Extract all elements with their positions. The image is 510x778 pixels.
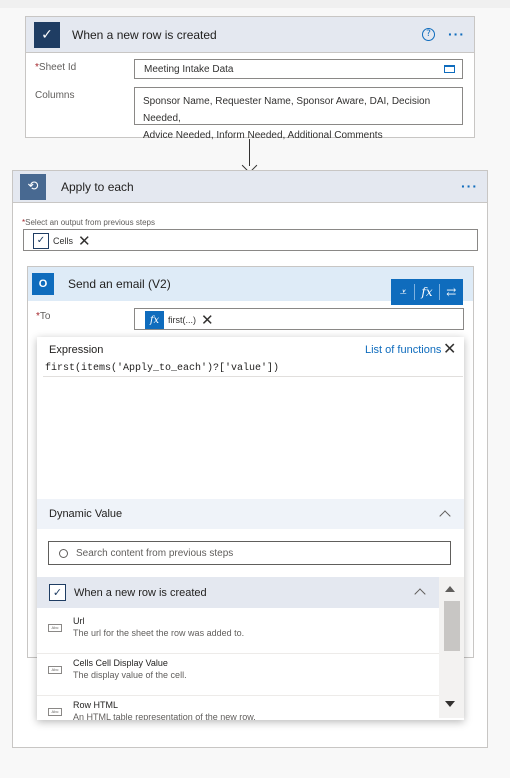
scroll-up-icon[interactable] [445, 586, 455, 592]
to-label: *To [36, 311, 51, 322]
dynamic-content-icon[interactable]: ⩡ [391, 285, 414, 300]
list-item[interactable]: Abc Row HTML An HTML table representatio… [37, 696, 439, 720]
chevron-up-icon[interactable] [439, 510, 451, 522]
smartsheet-icon: ✓ [34, 21, 60, 48]
cells-token-label: Cells [53, 236, 74, 246]
apply-header[interactable]: ⟲ Apply to each ··· [13, 171, 487, 203]
trigger-more-menu[interactable]: ··· [448, 26, 465, 42]
sheet-id-label: *Sheet Id [35, 62, 77, 73]
trigger-header[interactable]: ✓ When a new row is created ? ··· [26, 17, 474, 53]
text-type-icon: Abc [48, 708, 62, 716]
trigger-title: When a new row is created [72, 27, 217, 42]
columns-value-line-2: Advice Needed, Inform Needed, Additional… [143, 130, 383, 141]
item-name: Row HTML [73, 700, 119, 710]
swap-icon[interactable]: ⇄ [440, 285, 463, 299]
expression-popup: Expression List of functions ✕ first(ite… [37, 337, 464, 720]
item-desc: The display value of the cell. [73, 670, 187, 680]
cells-token[interactable]: ✓ Cells ✕ [33, 232, 91, 250]
apply-title: Apply to each [61, 179, 134, 194]
columns-label: Columns [35, 90, 75, 101]
close-icon[interactable]: ✕ [443, 339, 456, 358]
item-desc: The url for the sheet the row was added … [73, 628, 245, 638]
item-name: Cells Cell Display Value [73, 658, 168, 668]
item-desc: An HTML table representation of the new … [73, 712, 256, 720]
to-token-label: first(...) [168, 315, 196, 325]
scrollbar-thumb[interactable] [444, 601, 460, 651]
search-placeholder: Search content from previous steps [76, 547, 234, 559]
dynamic-value-label: Dynamic Value [49, 508, 123, 520]
columns-value-line-1: Sponsor Name, Requester Name, Sponsor Aw… [143, 96, 431, 124]
top-band [0, 0, 510, 8]
section-title: When a new row is created [74, 586, 207, 599]
expression-toolbar-icon[interactable]: fx [415, 285, 438, 299]
columns-field[interactable]: Sponsor Name, Requester Name, Sponsor Aw… [134, 87, 463, 141]
email-title: Send an email (V2) [68, 277, 171, 291]
dynamic-content-toolbar: ⩡ fx ⇄ [391, 279, 463, 305]
trigger-section-header[interactable]: ✓ When a new row is created [37, 577, 439, 608]
folder-icon[interactable] [444, 65, 455, 73]
list-item[interactable]: Abc Cells Cell Display Value The display… [37, 654, 439, 696]
section-chevron-up-icon[interactable] [414, 588, 426, 600]
list-item[interactable]: Abc Url The url for the sheet the row wa… [37, 612, 439, 654]
apply-more-menu[interactable]: ··· [461, 178, 478, 194]
item-name: Url [73, 616, 85, 626]
outlook-icon: O [32, 273, 54, 295]
output-field[interactable]: ✓ Cells ✕ [23, 229, 478, 251]
sheet-id-field[interactable]: Meeting Intake Data [134, 59, 463, 79]
smartsheet-token-icon: ✓ [33, 233, 49, 249]
remove-token-icon[interactable]: ✕ [78, 233, 91, 249]
scroll-down-icon[interactable] [445, 701, 455, 707]
dynamic-value-bar[interactable]: Dynamic Value [37, 499, 464, 529]
scrollbar[interactable] [439, 577, 464, 718]
search-icon [59, 548, 68, 558]
fx-icon: fx [145, 311, 164, 329]
expression-input[interactable]: first(items('Apply_to_each')?['value']) [43, 361, 463, 377]
list-of-functions-link[interactable]: List of functions [365, 344, 441, 356]
to-field[interactable]: fx first(...) ✕ [134, 308, 464, 330]
sheet-id-value: Meeting Intake Data [144, 64, 234, 75]
expression-tab[interactable]: Expression [49, 344, 103, 356]
loop-icon: ⟲ [20, 173, 46, 200]
text-type-icon: Abc [48, 666, 62, 674]
remove-to-token-icon[interactable]: ✕ [201, 312, 214, 328]
output-label: *Select an output from previous steps [22, 218, 155, 227]
search-input[interactable]: Search content from previous steps [48, 541, 451, 565]
smartsheet-section-icon: ✓ [49, 584, 66, 601]
text-type-icon: Abc [48, 624, 62, 632]
trigger-card: ✓ When a new row is created ? ··· *Sheet… [25, 16, 475, 141]
first-expression-token[interactable]: fx first(...) ✕ [145, 311, 214, 329]
help-icon[interactable]: ? [422, 28, 435, 41]
